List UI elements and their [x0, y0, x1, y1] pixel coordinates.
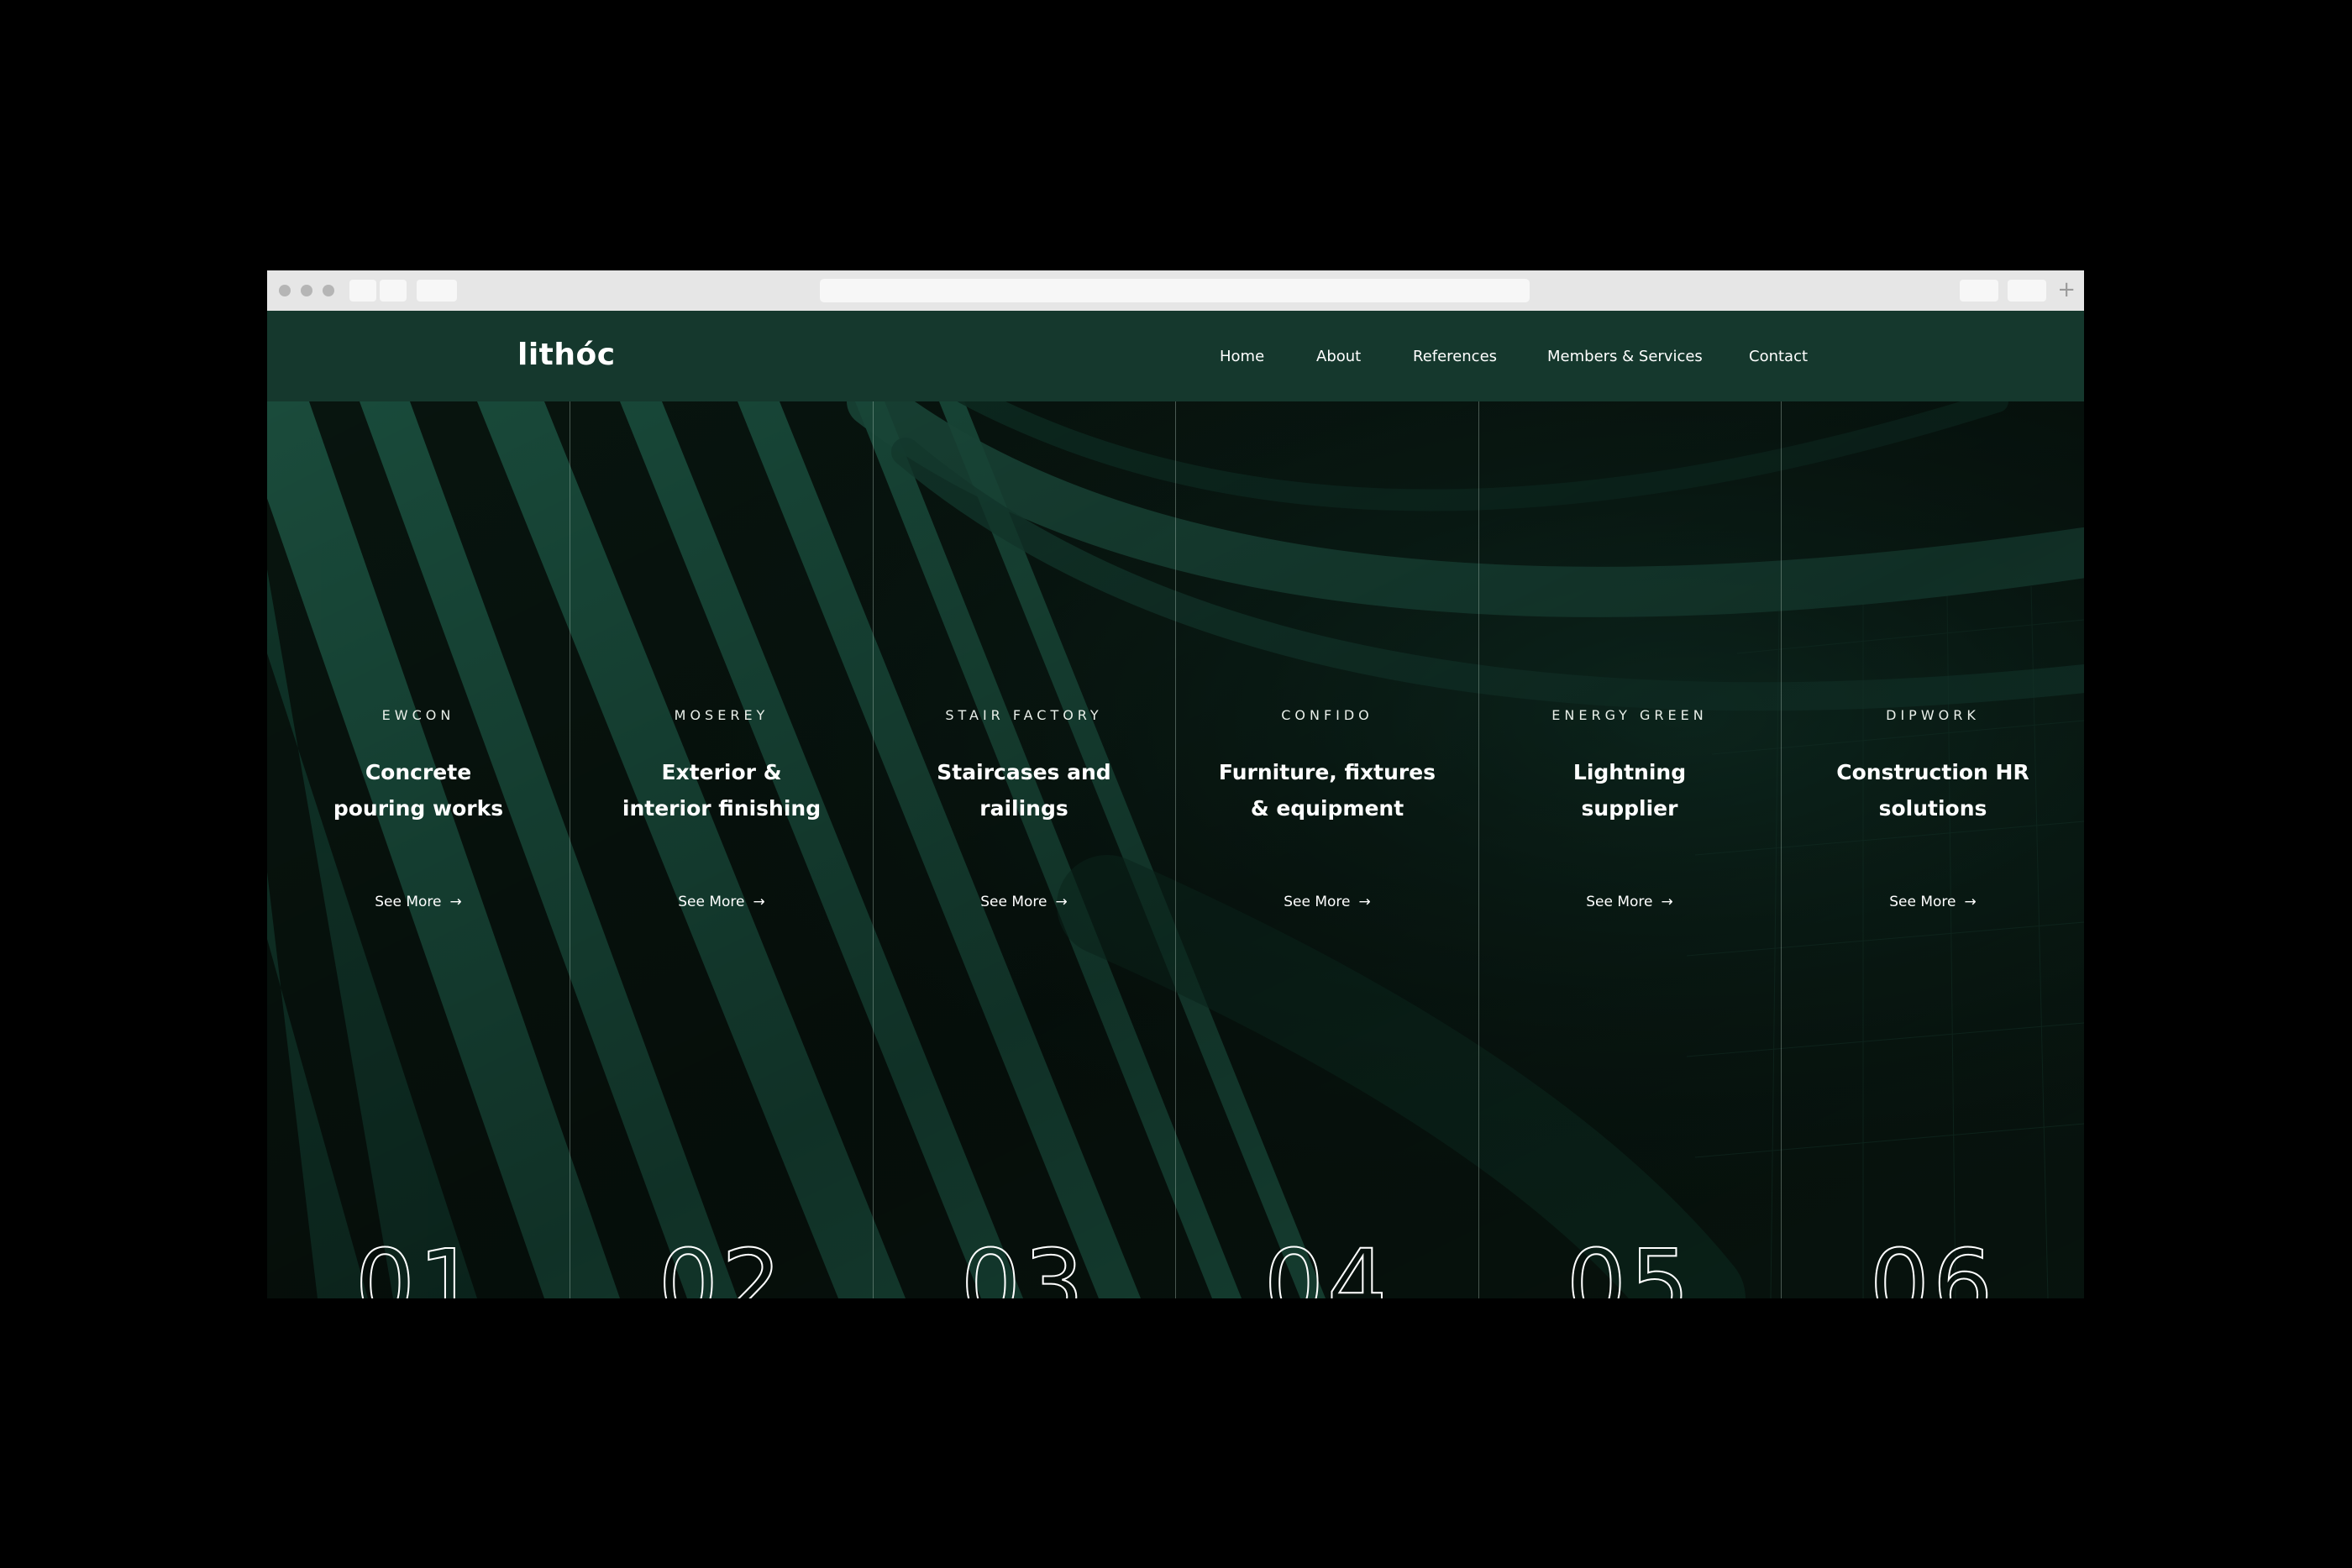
company-name: ENERGY GREEN [1551, 707, 1708, 723]
service-title: Lightning supplier [1572, 760, 1687, 821]
arrow-right-icon: → [1358, 894, 1371, 910]
nav-members-services[interactable]: Members & Services [1547, 348, 1703, 365]
site-header: lithóc Home About References Members & S… [267, 311, 2084, 401]
service-column-energy-green[interactable]: ENERGY GREEN Lightning supplier See More… [1478, 401, 1781, 1298]
arrow-right-icon: → [753, 894, 765, 910]
service-number: 03 [960, 1230, 1088, 1298]
browser-toolbar: + [267, 270, 2084, 312]
share-button[interactable] [1960, 280, 1998, 302]
window-close-dot[interactable] [279, 285, 291, 296]
service-title: Staircases and railings [937, 760, 1111, 821]
service-number: 04 [1263, 1230, 1391, 1298]
company-name: MOSEREY [674, 707, 769, 723]
service-number: 02 [658, 1230, 785, 1298]
see-more-link[interactable]: See More → [1782, 894, 2084, 910]
service-column-stair-factory[interactable]: STAIR FACTORY Staircases and railings Se… [873, 401, 1175, 1298]
company-name: DIPWORK [1886, 707, 1980, 723]
arrow-right-icon: → [449, 894, 462, 910]
nav-contact[interactable]: Contact [1749, 348, 1808, 365]
service-column-dipwork[interactable]: DIPWORK Construction HR solutions See Mo… [1782, 401, 2084, 1298]
company-name: STAIR FACTORY [945, 707, 1103, 723]
see-more-link[interactable]: See More → [1478, 894, 1781, 910]
arrow-right-icon: → [1055, 894, 1068, 910]
see-more-link[interactable]: See More → [570, 894, 873, 910]
arrow-right-icon: → [1964, 894, 1977, 910]
forward-button[interactable] [380, 280, 407, 302]
services-hero: EWCON Concrete pouring works See More → 0… [267, 401, 2084, 1298]
service-number: 06 [1869, 1230, 1997, 1298]
sidebar-button[interactable] [417, 280, 457, 302]
service-title: Concrete pouring works [333, 760, 504, 821]
address-bar[interactable] [820, 279, 1530, 302]
service-number: 05 [1566, 1230, 1693, 1298]
site-logo[interactable]: lithóc [517, 338, 616, 372]
see-more-link[interactable]: See More → [267, 894, 570, 910]
service-title: Exterior & interior finishing [622, 760, 822, 821]
see-more-link[interactable]: See More → [873, 894, 1175, 910]
nav-home[interactable]: Home [1220, 348, 1264, 365]
service-column-moserey[interactable]: MOSEREY Exterior & interior finishing Se… [570, 401, 873, 1298]
service-number: 01 [354, 1230, 482, 1298]
see-more-link[interactable]: See More → [1176, 894, 1478, 910]
browser-window: + lithóc Home About References Members &… [267, 270, 2084, 1298]
service-title: Furniture, fixtures & equipment [1218, 760, 1436, 821]
arrow-right-icon: → [1661, 894, 1673, 910]
company-name: CONFIDO [1281, 707, 1373, 723]
company-name: EWCON [381, 707, 455, 723]
plus-icon[interactable]: + [2057, 277, 2076, 302]
nav-references[interactable]: References [1413, 348, 1497, 365]
window-minimize-dot[interactable] [301, 285, 312, 296]
window-maximize-dot[interactable] [323, 285, 334, 296]
back-button[interactable] [349, 280, 376, 302]
service-column-ewcon[interactable]: EWCON Concrete pouring works See More → 0… [267, 401, 570, 1298]
service-title: Construction HR solutions [1836, 760, 2029, 821]
service-column-confido[interactable]: CONFIDO Furniture, fixtures & equipment … [1176, 401, 1478, 1298]
nav-about[interactable]: About [1316, 348, 1361, 365]
tabs-button[interactable] [2008, 280, 2046, 302]
